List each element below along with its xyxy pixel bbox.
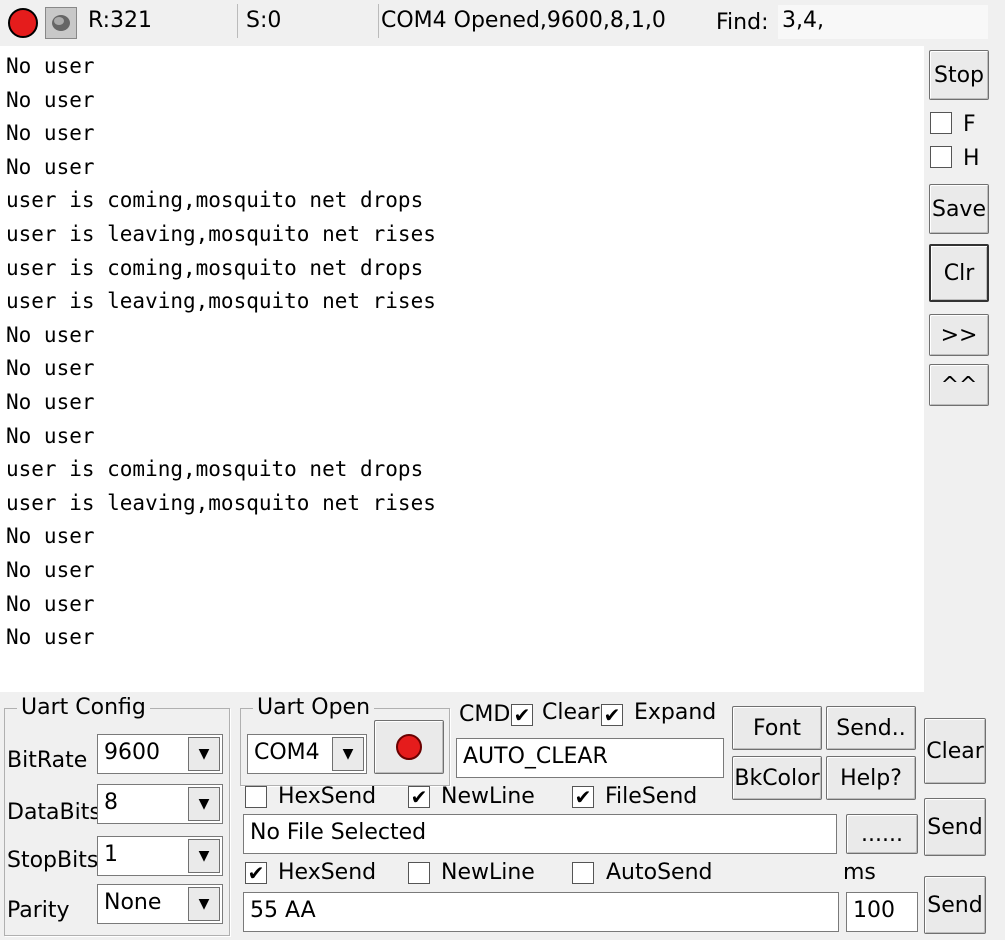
autosend-label: AutoSend: [606, 860, 713, 885]
send-hexsend-check-mark: ✔: [247, 861, 265, 885]
file-path-field[interactable]: No File Selected: [243, 814, 837, 854]
autosend-interval-input[interactable]: 100: [846, 892, 918, 932]
f-checkbox[interactable]: [930, 112, 952, 134]
h-checkbox[interactable]: [930, 146, 952, 168]
send-newline-label: NewLine: [441, 860, 535, 885]
parity-select[interactable]: None ▼: [97, 884, 223, 924]
f-label: F: [963, 112, 976, 137]
clear-send-button[interactable]: Clear: [924, 718, 986, 784]
stopbits-label: StopBits: [7, 848, 99, 873]
bitrate-select[interactable]: 9600 ▼: [97, 734, 223, 774]
port-status: COM4 Opened,9600,8,1,0: [378, 4, 708, 38]
uart-config-title: Uart Config: [17, 695, 150, 720]
record-icon[interactable]: [8, 8, 38, 38]
log-line: user is coming,mosquito net drops: [6, 188, 424, 213]
cmd-check-mark: ✔: [513, 703, 531, 727]
chevron-down-icon[interactable]: ▼: [332, 737, 364, 771]
ms-label: ms: [843, 860, 876, 885]
find-input[interactable]: 3,4,: [778, 5, 988, 39]
log-line: No user: [6, 121, 95, 146]
port-select[interactable]: COM4 ▼: [247, 734, 367, 774]
log-line: No user: [6, 356, 95, 381]
sent-count: S:0: [246, 8, 282, 33]
log-line: user is leaving,mosquito net rises: [6, 289, 436, 314]
log-line: user is leaving,mosquito net rises: [6, 221, 436, 246]
stopbits-value: 1: [104, 842, 118, 867]
log-line: No user: [6, 625, 95, 650]
log-line: No user: [6, 591, 95, 616]
open-port-button[interactable]: [374, 720, 444, 774]
browse-file-button[interactable]: ......: [846, 814, 918, 854]
clear-checkbox[interactable]: ✔: [601, 704, 623, 726]
log-line: user is coming,mosquito net drops: [6, 457, 424, 482]
h-label: H: [963, 146, 980, 171]
filesend-checkbox[interactable]: ✔: [572, 786, 594, 808]
log-line: No user: [6, 154, 95, 179]
log-line: No user: [6, 423, 95, 448]
received-count: R:321: [88, 4, 238, 38]
forward-button[interactable]: >>: [929, 314, 989, 356]
cmd-label: CMD: [459, 702, 511, 727]
file-newline-check-mark: ✔: [410, 785, 428, 809]
find-label: Find:: [716, 10, 769, 35]
log-line: user is coming,mosquito net drops: [6, 255, 424, 280]
send-newline-checkbox[interactable]: [408, 862, 430, 884]
expand-up-button[interactable]: ^^: [929, 364, 989, 406]
send-dialog-button[interactable]: Send..: [826, 706, 916, 750]
parity-label: Parity: [7, 898, 70, 923]
parity-value: None: [104, 890, 162, 915]
font-button[interactable]: Font: [732, 706, 822, 750]
filesend-check-mark: ✔: [574, 785, 592, 809]
databits-label: DataBits: [7, 800, 101, 825]
log-line: No user: [6, 389, 95, 414]
send-data-input[interactable]: 55 AA: [243, 892, 839, 932]
stop-button[interactable]: Stop: [929, 50, 989, 100]
save-button[interactable]: Save: [929, 184, 989, 234]
file-newline-checkbox[interactable]: ✔: [408, 786, 430, 808]
clr-button[interactable]: Clr: [929, 244, 989, 302]
autosend-checkbox[interactable]: [572, 862, 594, 884]
send-hexsend-label: HexSend: [278, 860, 377, 885]
chevron-down-icon[interactable]: ▼: [188, 737, 220, 771]
file-hexsend-checkbox[interactable]: [245, 786, 267, 808]
databits-value: 8: [104, 790, 118, 815]
status-bar: R:321 S:0 COM4 Opened,9600,8,1,0 Find: 3…: [0, 0, 1005, 46]
uart-open-title: Uart Open: [253, 695, 375, 720]
send-data-button[interactable]: Send: [924, 876, 986, 934]
send-file-button[interactable]: Send: [924, 798, 986, 856]
filesend-label: FileSend: [605, 784, 698, 809]
log-line: No user: [6, 322, 95, 347]
stopbits-select[interactable]: 1 ▼: [97, 836, 223, 876]
record-icon: [396, 734, 422, 760]
log-line: No user: [6, 54, 95, 78]
log-line: No user: [6, 524, 95, 549]
bitrate-value: 9600: [104, 740, 160, 765]
expand-label: Expand: [634, 700, 717, 725]
port-value: COM4: [254, 740, 320, 765]
chevron-down-icon[interactable]: ▼: [188, 839, 220, 873]
log-line: No user: [6, 557, 95, 582]
clear-check-mark: ✔: [603, 703, 621, 727]
log-line: user is leaving,mosquito net rises: [6, 490, 436, 515]
bitrate-label: BitRate: [7, 748, 88, 773]
send-hexsend-checkbox[interactable]: ✔: [245, 862, 267, 884]
log-line: No user: [6, 87, 95, 112]
cmd-input[interactable]: AUTO_CLEAR: [456, 738, 724, 778]
cmd-checkbox[interactable]: ✔: [511, 704, 533, 726]
chevron-down-icon[interactable]: ▼: [188, 787, 220, 821]
eraser-icon[interactable]: [45, 7, 77, 39]
receive-log[interactable]: No user No user No user No user user is comi…: [0, 46, 924, 692]
databits-select[interactable]: 8 ▼: [97, 784, 223, 824]
help-button[interactable]: Help?: [826, 756, 916, 800]
clear-label: Clear: [542, 700, 600, 725]
file-hexsend-label: HexSend: [278, 784, 377, 809]
bkcolor-button[interactable]: BkColor: [732, 756, 822, 800]
file-newline-label: NewLine: [441, 784, 535, 809]
chevron-down-icon[interactable]: ▼: [188, 887, 220, 921]
